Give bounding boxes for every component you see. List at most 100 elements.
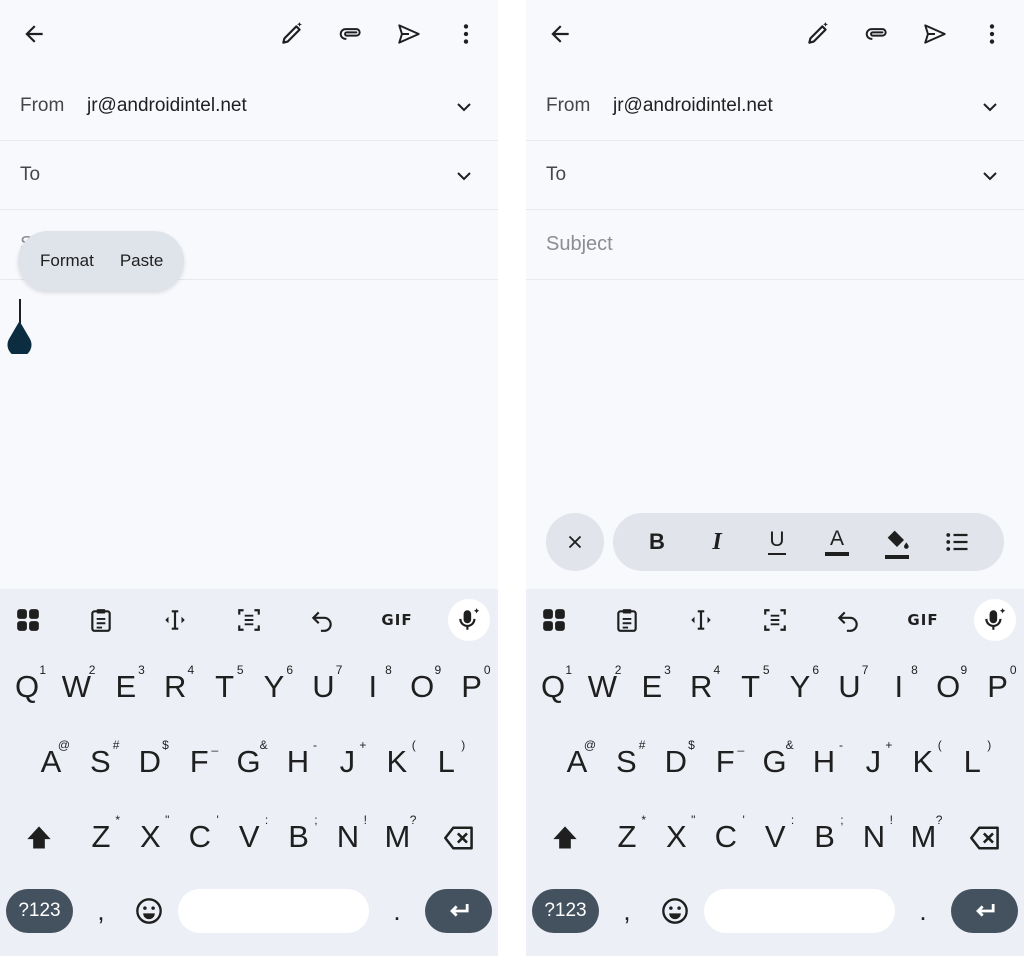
key-s[interactable]: S #: [603, 734, 649, 790]
period-key[interactable]: .: [382, 889, 412, 933]
key-s[interactable]: S #: [77, 734, 123, 790]
key-q[interactable]: Q1: [530, 659, 576, 715]
symbols-key[interactable]: ?123: [6, 889, 73, 933]
from-row[interactable]: From jr@androidintel.net: [526, 71, 1024, 141]
cursor-handle-icon[interactable]: [7, 321, 32, 354]
undo-icon[interactable]: [828, 600, 868, 640]
key-w[interactable]: W2: [53, 659, 99, 715]
back-arrow-icon[interactable]: [540, 14, 580, 54]
shift-key[interactable]: [16, 823, 62, 853]
italic-icon[interactable]: I: [697, 522, 737, 562]
backspace-key[interactable]: [962, 823, 1008, 853]
key-f[interactable]: F _: [176, 734, 222, 790]
key-m[interactable]: M?: [900, 809, 946, 865]
key-y[interactable]: Y6: [251, 659, 297, 715]
voice-mic-icon[interactable]: [448, 599, 490, 641]
key-v[interactable]: V:: [752, 809, 798, 865]
enter-key[interactable]: [425, 889, 492, 933]
to-row[interactable]: To: [0, 140, 498, 210]
key-z[interactable]: Z *: [78, 809, 124, 865]
help-me-write-icon[interactable]: [798, 14, 838, 54]
key-x[interactable]: X ": [653, 809, 699, 865]
send-icon[interactable]: [389, 14, 429, 54]
key-m[interactable]: M?: [374, 809, 420, 865]
attach-icon[interactable]: [331, 14, 371, 54]
chevron-down-icon[interactable]: [452, 95, 476, 119]
key-a[interactable]: A @: [28, 734, 74, 790]
more-vert-icon[interactable]: [446, 14, 486, 54]
key-p[interactable]: P0: [449, 659, 495, 715]
close-format-button[interactable]: [546, 513, 604, 571]
key-k[interactable]: K(: [900, 734, 946, 790]
key-i[interactable]: I8: [350, 659, 396, 715]
symbols-key[interactable]: ?123: [532, 889, 599, 933]
bold-icon[interactable]: B: [637, 522, 677, 562]
comma-key[interactable]: ,: [612, 889, 642, 933]
backspace-key[interactable]: [436, 823, 482, 853]
key-h[interactable]: H-: [801, 734, 847, 790]
key-w[interactable]: W2: [579, 659, 625, 715]
chevron-down-icon[interactable]: [452, 164, 476, 188]
from-value[interactable]: jr@androidintel.net: [87, 95, 247, 117]
key-t[interactable]: T5: [202, 659, 248, 715]
key-n[interactable]: N!: [325, 809, 371, 865]
key-y[interactable]: Y6: [777, 659, 823, 715]
cursor-move-icon[interactable]: [155, 600, 195, 640]
key-t[interactable]: T5: [728, 659, 774, 715]
underline-icon[interactable]: U: [757, 522, 797, 562]
key-l[interactable]: L): [949, 734, 995, 790]
key-v[interactable]: V:: [226, 809, 272, 865]
shift-key[interactable]: [542, 823, 588, 853]
space-key[interactable]: [704, 889, 895, 933]
back-arrow-icon[interactable]: [14, 14, 54, 54]
key-d[interactable]: D $: [653, 734, 699, 790]
text-color-icon[interactable]: A: [817, 522, 857, 562]
key-b[interactable]: B;: [802, 809, 848, 865]
attach-icon[interactable]: [857, 14, 897, 54]
key-b[interactable]: B;: [276, 809, 322, 865]
gif-icon[interactable]: GIF: [902, 600, 944, 640]
key-c[interactable]: C ': [703, 809, 749, 865]
key-u[interactable]: U7: [300, 659, 346, 715]
key-r[interactable]: R4: [678, 659, 724, 715]
key-o[interactable]: O9: [399, 659, 445, 715]
cursor-move-icon[interactable]: [681, 600, 721, 640]
paste-button[interactable]: Paste: [120, 251, 163, 271]
undo-icon[interactable]: [302, 600, 342, 640]
emoji-key[interactable]: [653, 889, 697, 933]
clipboard-icon[interactable]: [81, 600, 121, 640]
key-g[interactable]: G &: [226, 734, 272, 790]
format-button[interactable]: Format: [40, 251, 94, 271]
key-h[interactable]: H-: [275, 734, 321, 790]
select-text-icon[interactable]: [229, 600, 269, 640]
from-value[interactable]: jr@androidintel.net: [613, 95, 773, 117]
chevron-down-icon[interactable]: [978, 95, 1002, 119]
subject-row[interactable]: Subject: [526, 210, 1024, 280]
send-icon[interactable]: [915, 14, 955, 54]
key-u[interactable]: U7: [826, 659, 872, 715]
key-l[interactable]: L): [423, 734, 469, 790]
gif-icon[interactable]: GIF: [376, 600, 418, 640]
bulleted-list-icon[interactable]: [937, 522, 977, 562]
apps-grid-icon[interactable]: [8, 600, 48, 640]
key-i[interactable]: I8: [876, 659, 922, 715]
key-a[interactable]: A @: [554, 734, 600, 790]
voice-mic-icon[interactable]: [974, 599, 1016, 641]
key-z[interactable]: Z *: [604, 809, 650, 865]
chevron-down-icon[interactable]: [978, 164, 1002, 188]
apps-grid-icon[interactable]: [534, 600, 574, 640]
help-me-write-icon[interactable]: [272, 14, 312, 54]
to-row[interactable]: To: [526, 140, 1024, 210]
key-n[interactable]: N!: [851, 809, 897, 865]
key-r[interactable]: R4: [152, 659, 198, 715]
clipboard-icon[interactable]: [607, 600, 647, 640]
period-key[interactable]: .: [908, 889, 938, 933]
key-d[interactable]: D $: [127, 734, 173, 790]
highlight-icon[interactable]: [877, 522, 917, 562]
key-f[interactable]: F _: [702, 734, 748, 790]
key-c[interactable]: C ': [177, 809, 223, 865]
key-x[interactable]: X ": [127, 809, 173, 865]
key-e[interactable]: E3: [629, 659, 675, 715]
enter-key[interactable]: [951, 889, 1018, 933]
more-vert-icon[interactable]: [972, 14, 1012, 54]
